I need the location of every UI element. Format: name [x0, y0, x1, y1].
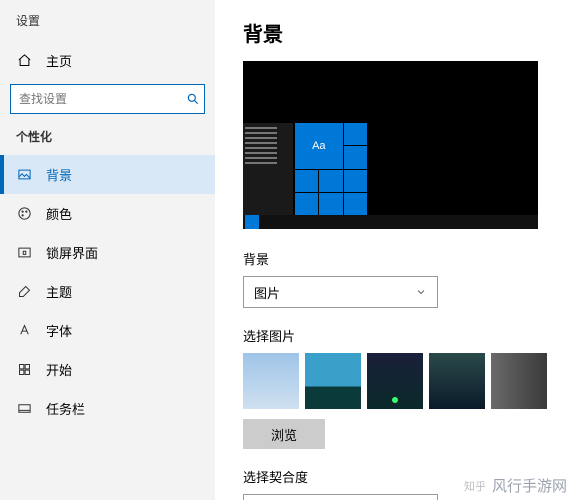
sidebar-item-label: 开始 — [46, 360, 72, 379]
sidebar-item-label: 锁屏界面 — [46, 243, 98, 262]
sidebar-item-label: 任务栏 — [46, 399, 85, 418]
search-icon — [182, 92, 204, 106]
font-icon — [16, 323, 32, 339]
preview-start-button — [245, 215, 259, 229]
search-box[interactable] — [10, 84, 205, 114]
brush-icon — [16, 284, 32, 300]
home-label: 主页 — [46, 51, 72, 70]
sidebar-item-start[interactable]: 开始 — [0, 350, 215, 389]
start-icon — [16, 362, 32, 378]
sidebar-item-colors[interactable]: 颜色 — [0, 194, 215, 233]
lock-icon — [16, 245, 32, 261]
image-thumbnails — [243, 353, 575, 409]
sidebar-item-lockscreen[interactable]: 锁屏界面 — [0, 233, 215, 272]
section-label: 个性化 — [0, 128, 215, 155]
thumbnail-2[interactable] — [305, 353, 361, 409]
watermark-brand: 风行手游网 — [492, 475, 567, 496]
palette-icon — [16, 206, 32, 222]
background-type-label: 背景 — [243, 249, 575, 268]
sidebar-item-fonts[interactable]: 字体 — [0, 311, 215, 350]
taskbar-icon — [16, 401, 32, 417]
sidebar-item-taskbar[interactable]: 任务栏 — [0, 389, 215, 428]
background-type-value: 图片 — [254, 283, 280, 302]
sidebar-item-label: 背景 — [46, 165, 72, 184]
window-title: 设置 — [0, 12, 215, 43]
browse-button[interactable]: 浏览 — [243, 419, 325, 449]
select-image-label: 选择图片 — [243, 326, 575, 345]
home-link[interactable]: 主页 — [0, 43, 215, 78]
sidebar-item-label: 主题 — [46, 282, 72, 301]
preview-tile-aa: Aa — [295, 123, 343, 169]
preview-taskbar — [243, 215, 538, 229]
thumbnail-1[interactable] — [243, 353, 299, 409]
search-input[interactable] — [11, 92, 182, 106]
desktop-preview: Aa — [243, 61, 538, 229]
sidebar-item-background[interactable]: 背景 — [0, 155, 215, 194]
background-type-select[interactable]: 图片 — [243, 276, 438, 308]
watermark-zhihu: 知乎 — [464, 478, 486, 494]
fit-select[interactable]: 填充 — [243, 494, 438, 500]
preview-start-menu — [243, 123, 293, 215]
home-icon — [16, 53, 32, 69]
thumbnail-4[interactable] — [429, 353, 485, 409]
sidebar-nav: 背景 颜色 锁屏界面 主题 — [0, 155, 215, 428]
sidebar-item-themes[interactable]: 主题 — [0, 272, 215, 311]
image-icon — [16, 167, 32, 183]
chevron-down-icon — [415, 286, 427, 298]
page-title: 背景 — [243, 18, 575, 47]
thumbnail-5[interactable] — [491, 353, 547, 409]
watermark: 知乎 风行手游网 — [464, 475, 567, 496]
preview-tiles: Aa — [295, 123, 367, 215]
sidebar-item-label: 颜色 — [46, 204, 72, 223]
sidebar-item-label: 字体 — [46, 321, 72, 340]
thumbnail-3[interactable] — [367, 353, 423, 409]
